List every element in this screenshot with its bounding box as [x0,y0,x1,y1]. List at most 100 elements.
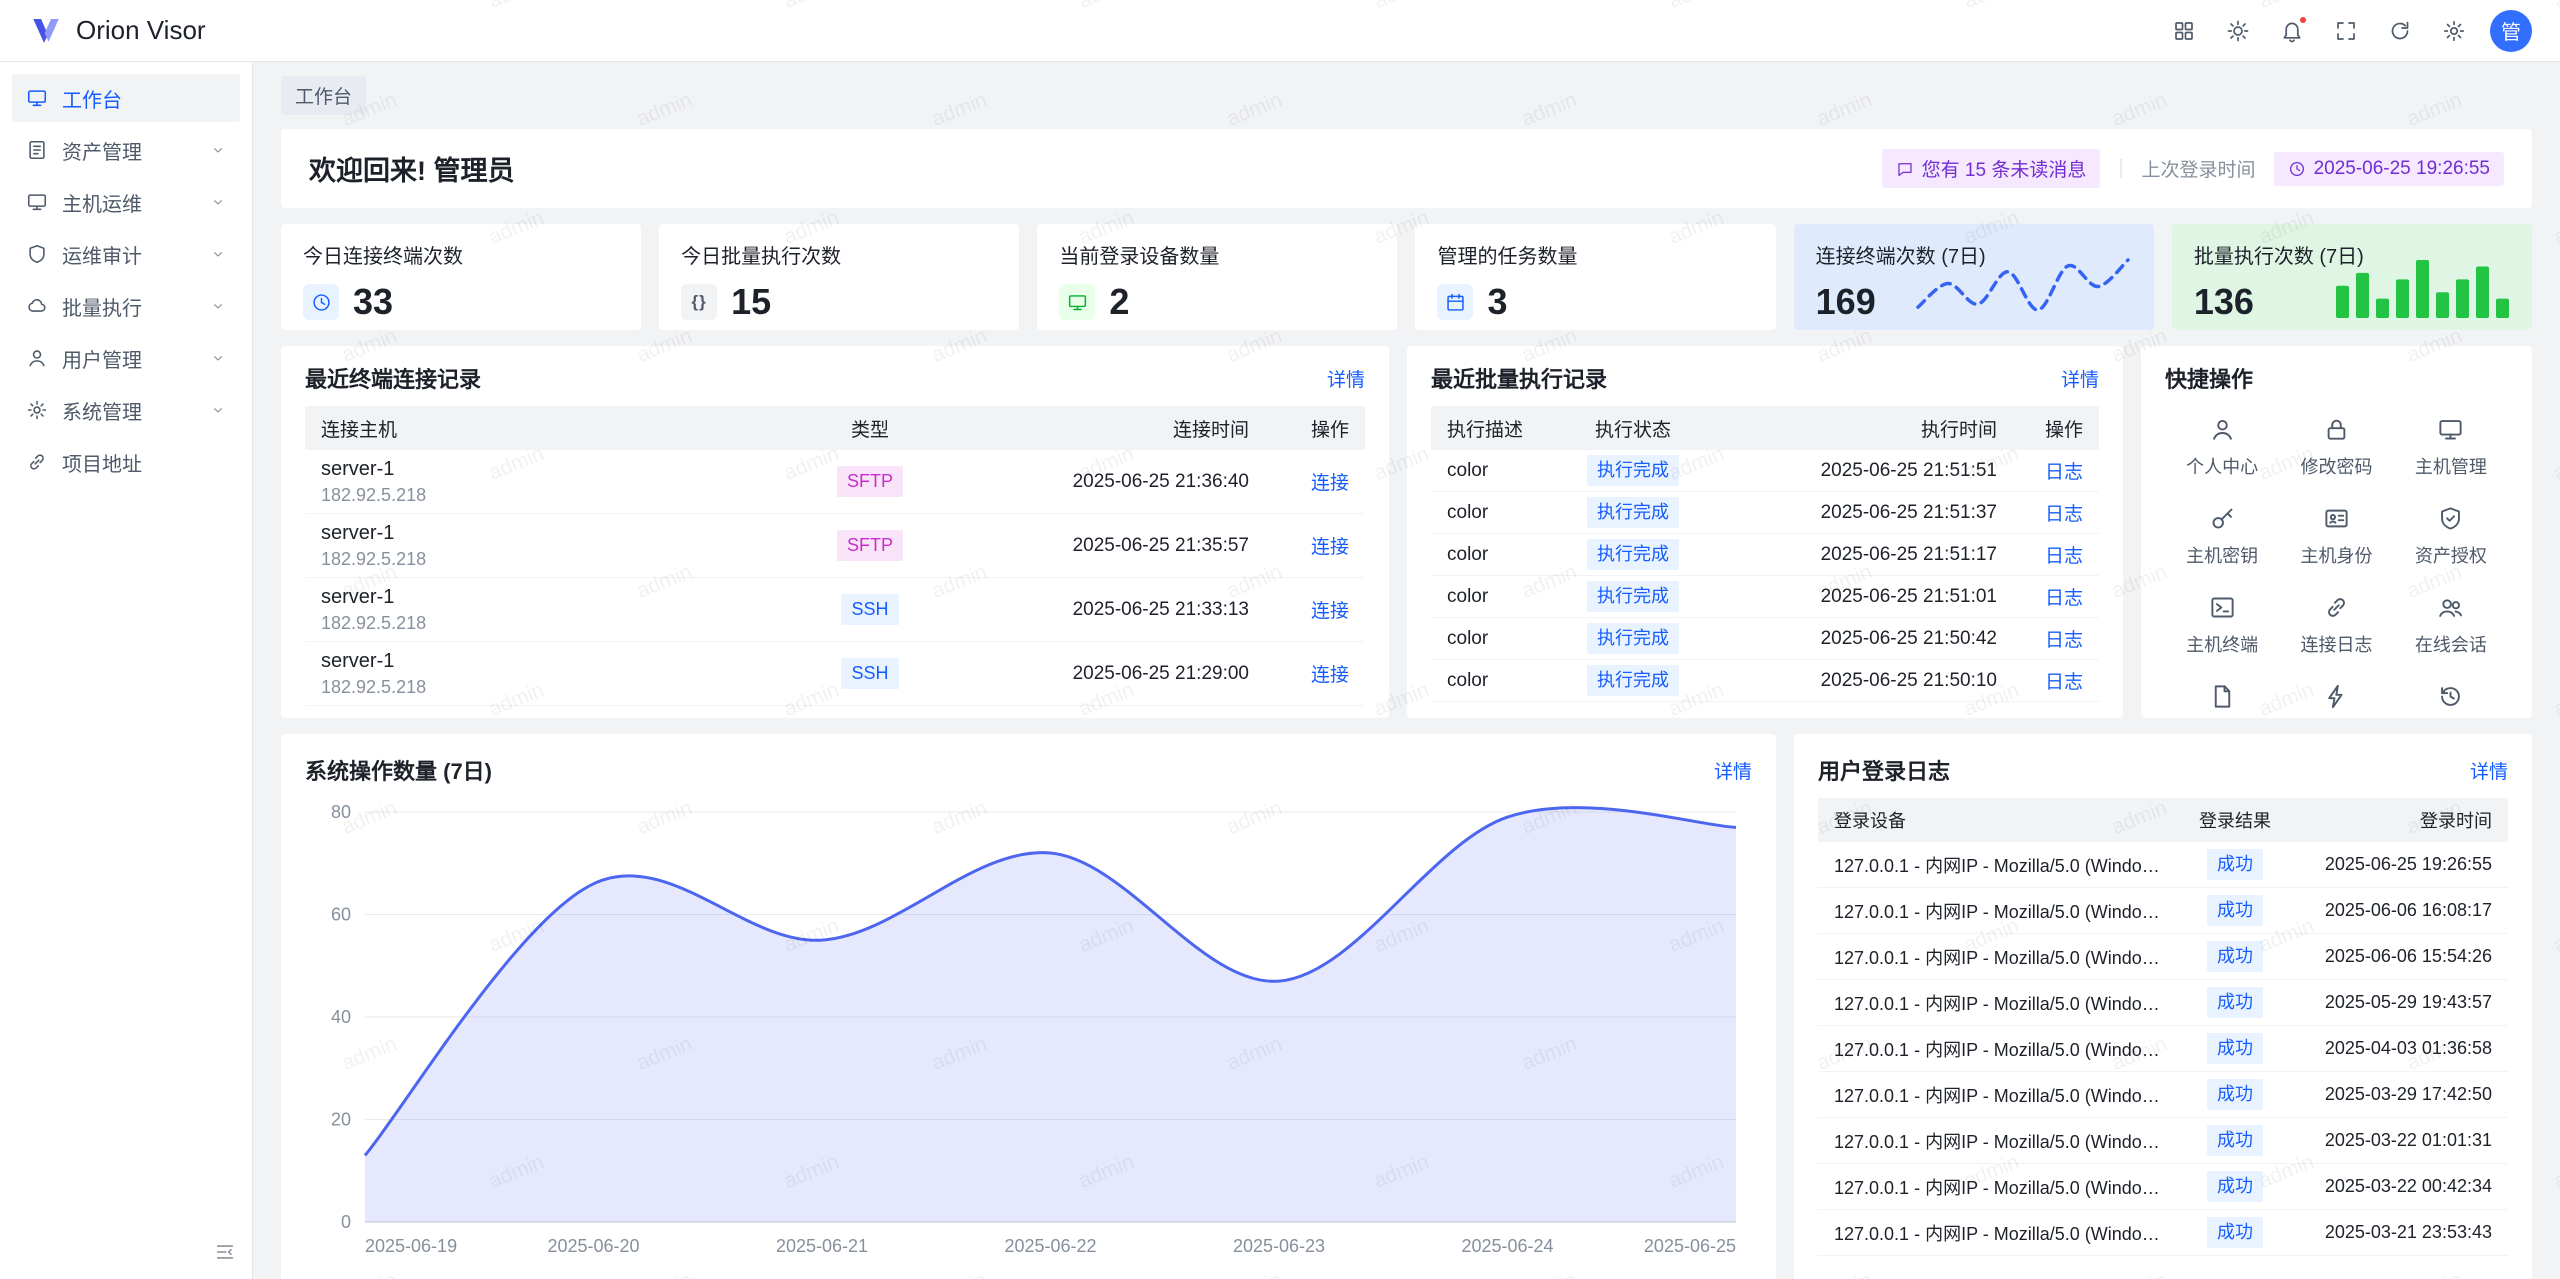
quick-action-host-terminal[interactable]: 主机终端 [2165,594,2279,657]
app-logo[interactable]: Orion Visor [28,13,206,49]
quick-action-file-operation-log[interactable]: 文件操作日志 [2165,683,2279,718]
idcard-icon [2323,505,2350,532]
ops-chart-detail-link[interactable]: 详情 [1714,757,1752,784]
batch-records-table: 执行描述执行状态执行时间操作color执行完成2025-06-25 21:51:… [1431,406,2099,702]
sidebar-item-ops-audit[interactable]: 运维审计 [12,230,240,278]
status-cell: 执行完成 [1553,455,1713,486]
sidebar-item-label: 资产管理 [62,136,142,165]
sidebar-item-batch-execution[interactable]: 批量执行 [12,282,240,330]
execution-time: 2025-06-25 21:50:42 [1713,628,2013,650]
breadcrumb-item-workbench[interactable]: 工作台 [281,76,366,115]
sidebar-item-user-management[interactable]: 用户管理 [12,334,240,382]
connect-link[interactable]: 连接 [1311,473,1349,494]
log-link[interactable]: 日志 [2045,672,2083,693]
execution-status-tag: 执行完成 [1587,497,1679,528]
log-link[interactable]: 日志 [2045,504,2083,525]
quick-actions-title: 快捷操作 [2165,362,2253,394]
log-link[interactable]: 日志 [2045,630,2083,651]
collapse-sidebar-icon[interactable] [214,1241,236,1263]
list-icon [26,139,48,161]
sidebar-item-label: 工作台 [62,84,122,113]
last-login-time: 2025-06-25 19:26:55 [2314,158,2490,180]
quick-action-command-execution[interactable]: 命令执行 [2279,683,2393,718]
connect-link[interactable]: 连接 [1311,601,1349,622]
host-ip: 182.92.5.218 [321,549,779,570]
log-link[interactable]: 日志 [2045,588,2083,609]
sidebar-item-asset-management[interactable]: 资产管理 [12,126,240,174]
quick-action-asset-authorization[interactable]: 资产授权 [2394,505,2508,568]
ops-chart-panel: 系统操作数量 (7日) 详情 0204060802025-06-192025-0… [281,734,1776,1279]
sidebar-item-label: 系统管理 [62,396,142,425]
sidebar-item-host-operations[interactable]: 主机运维 [12,178,240,226]
login-result-tag: 成功 [2207,895,2263,926]
quick-action-connection-log[interactable]: 连接日志 [2279,594,2393,657]
quick-action-label: 在线会话 [2415,631,2487,657]
table-row: 127.0.0.1 - 内网IP - Mozilla/5.0 (Windows … [1818,888,2508,934]
welcome-title: 欢迎回来! 管理员 [309,149,515,188]
execution-description: color [1431,502,1553,524]
quick-action-online-session[interactable]: 在线会话 [2394,594,2508,657]
header-icon-group [2162,9,2476,53]
theme-light-icon[interactable] [2216,9,2260,53]
login-device: 127.0.0.1 - 内网IP - Mozilla/5.0 (Windows … [1818,1036,2180,1062]
batch-records-detail-link[interactable]: 详情 [2061,365,2099,392]
sidebar-item-workbench[interactable]: 工作台 [12,74,240,122]
user-icon [26,347,48,369]
chevron-down-icon [210,194,226,210]
refresh-icon[interactable] [2378,9,2422,53]
quick-action-label: 主机身份 [2300,542,2372,568]
settings-gear-icon[interactable] [2432,9,2476,53]
connect-link[interactable]: 连接 [1311,537,1349,558]
column-header: 连接时间 [945,415,1265,442]
apps-icon[interactable] [2162,9,2206,53]
sparkline-dashed-line [1908,252,2138,318]
terminal-records-panel: 最近终端连接记录 详情 连接主机类型连接时间操作server-1182.92.5… [281,346,1389,718]
sidebar-item-project-address[interactable]: 项目地址 [12,438,240,486]
table-row: 127.0.0.1 - 内网IP - Mozilla/5.0 (Windows … [1818,934,2508,980]
desktop-icon [26,87,48,109]
login-time: 2025-06-25 19:26:55 [2290,854,2508,875]
log-link[interactable]: 日志 [2045,546,2083,567]
quick-action-personal-center[interactable]: 个人中心 [2165,416,2279,479]
stat-card-label: 当前登录设备数量 [1059,240,1375,269]
table-row: 127.0.0.1 - 内网IP - Mozilla/5.0 (Windows … [1818,1164,2508,1210]
protocol-tag: SFTP [837,530,903,561]
terminal-records-detail-link[interactable]: 详情 [1327,365,1365,392]
login-device: 127.0.0.1 - 内网IP - Mozilla/5.0 (Windows … [1818,898,2180,924]
quick-action-execution-log[interactable]: 执行日志 [2394,683,2508,718]
quick-action-change-password[interactable]: 修改密码 [2279,416,2393,479]
log-link[interactable]: 日志 [2045,462,2083,483]
login-log-detail-link[interactable]: 详情 [2470,757,2508,784]
quick-action-host-key[interactable]: 主机密钥 [2165,505,2279,568]
table-row: color执行完成2025-06-25 21:51:01日志 [1431,576,2099,618]
table-header: 连接主机类型连接时间操作 [305,406,1365,450]
quick-action-host-identity[interactable]: 主机身份 [2279,505,2393,568]
cloud-icon [26,295,48,317]
result-cell: 成功 [2180,941,2290,972]
svg-text:80: 80 [331,802,351,822]
unread-messages-badge[interactable]: 您有 15 条未读消息 [1882,149,2101,188]
ops-area-chart: 0204060802025-06-192025-06-202025-06-212… [305,796,1752,1262]
batch-records-title: 最近批量执行记录 [1431,362,1607,394]
quick-action-label: 个人中心 [2186,453,2258,479]
quick-action-label: 资产授权 [2415,542,2487,568]
column-header: 类型 [795,415,945,442]
link-icon [2323,594,2350,621]
fullscreen-icon[interactable] [2324,9,2368,53]
column-header: 登录设备 [1818,807,2180,833]
notification-bell-icon[interactable] [2270,9,2314,53]
status-cell: 执行完成 [1553,581,1713,612]
user-avatar[interactable]: 管 [2490,10,2532,52]
execution-description: color [1431,544,1553,566]
action-cell: 日志 [2013,457,2099,484]
action-cell: 连接 [1265,532,1365,559]
table-row: 127.0.0.1 - 内网IP - Mozilla/5.0 (Windows … [1818,980,2508,1026]
quick-action-host-management[interactable]: 主机管理 [2394,416,2508,479]
login-time: 2025-06-06 15:54:26 [2290,946,2508,967]
table-row: server-1182.92.5.218SSH2025-06-25 21:33:… [305,578,1365,642]
sidebar-item-system-management[interactable]: 系统管理 [12,386,240,434]
connect-link[interactable]: 连接 [1311,665,1349,686]
lock-icon [2323,416,2350,443]
login-time: 2025-06-06 16:08:17 [2290,900,2508,921]
table-row: color执行完成2025-06-25 21:51:51日志 [1431,450,2099,492]
